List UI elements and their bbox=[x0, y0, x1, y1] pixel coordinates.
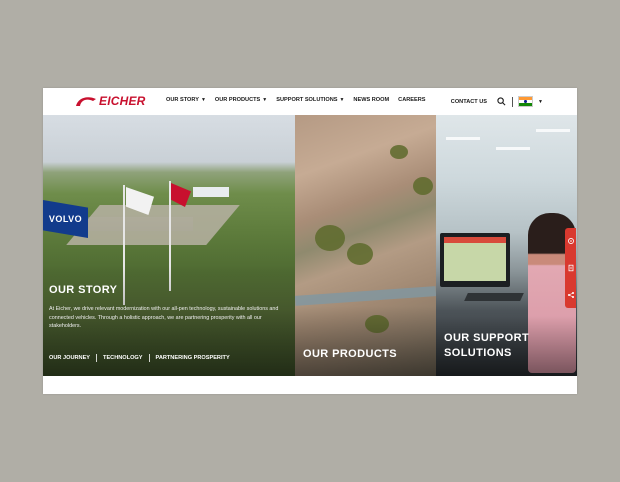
tree bbox=[315, 225, 345, 251]
support-solutions-title: OUR SUPPORT SOLUTIONS bbox=[444, 331, 529, 361]
our-journey-link[interactable]: OUR JOURNEY bbox=[49, 355, 90, 361]
nav-news-room-label: NEWS ROOM bbox=[353, 97, 390, 103]
our-story-panel[interactable]: VOLVO OUR STORY At Eicher, we drive rele… bbox=[43, 115, 295, 376]
panel-shade bbox=[295, 306, 436, 376]
support-solutions-panel[interactable]: OUR SUPPORT SOLUTIONS bbox=[436, 115, 577, 376]
support-title-line2: SOLUTIONS bbox=[444, 347, 512, 359]
nav-our-story-label: OUR STORY bbox=[166, 97, 199, 103]
contact-us-link[interactable]: CONTACT US bbox=[451, 99, 487, 105]
nav-divider bbox=[512, 96, 514, 107]
ceiling-light bbox=[496, 147, 530, 150]
side-action-bar bbox=[565, 228, 576, 308]
river bbox=[295, 286, 436, 306]
keyboard bbox=[464, 293, 524, 301]
nav-careers-label: CAREERS bbox=[398, 97, 426, 103]
red-flag bbox=[171, 183, 191, 207]
nav-support-solutions[interactable]: SUPPORT SOLUTIONS ▼ bbox=[276, 97, 344, 103]
nav-careers[interactable]: CAREERS bbox=[398, 97, 425, 103]
our-products-panel[interactable]: OUR PRODUCTS bbox=[295, 115, 436, 376]
volvo-flag: VOLVO bbox=[43, 200, 88, 238]
nav-utilities: CONTACT US ▼ bbox=[451, 96, 543, 107]
chevron-down-icon: ▼ bbox=[339, 97, 345, 103]
technology-link[interactable]: TECHNOLOGY bbox=[103, 355, 142, 361]
factory-building bbox=[193, 187, 229, 197]
locate-icon[interactable] bbox=[567, 237, 575, 245]
chevron-down-icon[interactable]: ▼ bbox=[538, 99, 543, 105]
brochure-icon[interactable] bbox=[567, 264, 575, 272]
link-separator bbox=[148, 354, 150, 362]
eicher-swoosh-icon bbox=[76, 97, 96, 106]
volvo-flag-text: VOLVO bbox=[48, 214, 83, 224]
brand-name: EICHER bbox=[99, 94, 146, 108]
partnering-prosperity-link[interactable]: PARTNERING PROSPERITY bbox=[156, 355, 230, 361]
search-icon[interactable] bbox=[497, 97, 506, 106]
ceiling-light bbox=[446, 137, 480, 140]
our-products-title: OUR PRODUCTS bbox=[303, 348, 398, 360]
chevron-down-icon: ▼ bbox=[200, 97, 206, 103]
browser-page: EICHER OUR STORY ▼ OUR PRODUCTS ▼ SUPPOR… bbox=[43, 88, 577, 394]
eicher-logo[interactable]: EICHER bbox=[75, 94, 146, 108]
india-flag-icon[interactable] bbox=[518, 96, 534, 107]
ceiling-light bbox=[536, 129, 570, 132]
nav-support-solutions-label: SUPPORT SOLUTIONS bbox=[276, 97, 338, 103]
main-menu: OUR STORY ▼ OUR PRODUCTS ▼ SUPPORT SOLUT… bbox=[166, 97, 435, 103]
road bbox=[66, 205, 240, 245]
our-story-links: OUR JOURNEY TECHNOLOGY PARTNERING PROSPE… bbox=[49, 354, 230, 362]
tree bbox=[413, 177, 433, 195]
support-title-line1: OUR SUPPORT bbox=[444, 332, 530, 344]
our-story-description: At Eicher, we drive relevant modernizati… bbox=[49, 306, 279, 330]
screen-header bbox=[444, 237, 506, 243]
share-icon[interactable] bbox=[567, 291, 575, 299]
top-navigation: EICHER OUR STORY ▼ OUR PRODUCTS ▼ SUPPOR… bbox=[43, 88, 577, 115]
tree bbox=[347, 243, 373, 265]
nav-our-products[interactable]: OUR PRODUCTS ▼ bbox=[215, 97, 267, 103]
tree bbox=[390, 145, 408, 159]
chevron-down-icon: ▼ bbox=[262, 97, 268, 103]
our-story-title: OUR STORY bbox=[49, 284, 118, 296]
nav-our-story[interactable]: OUR STORY ▼ bbox=[166, 97, 206, 103]
link-separator bbox=[96, 354, 98, 362]
monitor bbox=[440, 233, 510, 287]
monitor-screen bbox=[444, 237, 506, 281]
nav-our-products-label: OUR PRODUCTS bbox=[214, 97, 261, 103]
hero-panels: VOLVO OUR STORY At Eicher, we drive rele… bbox=[43, 115, 577, 376]
nav-news-room[interactable]: NEWS ROOM bbox=[353, 97, 389, 103]
